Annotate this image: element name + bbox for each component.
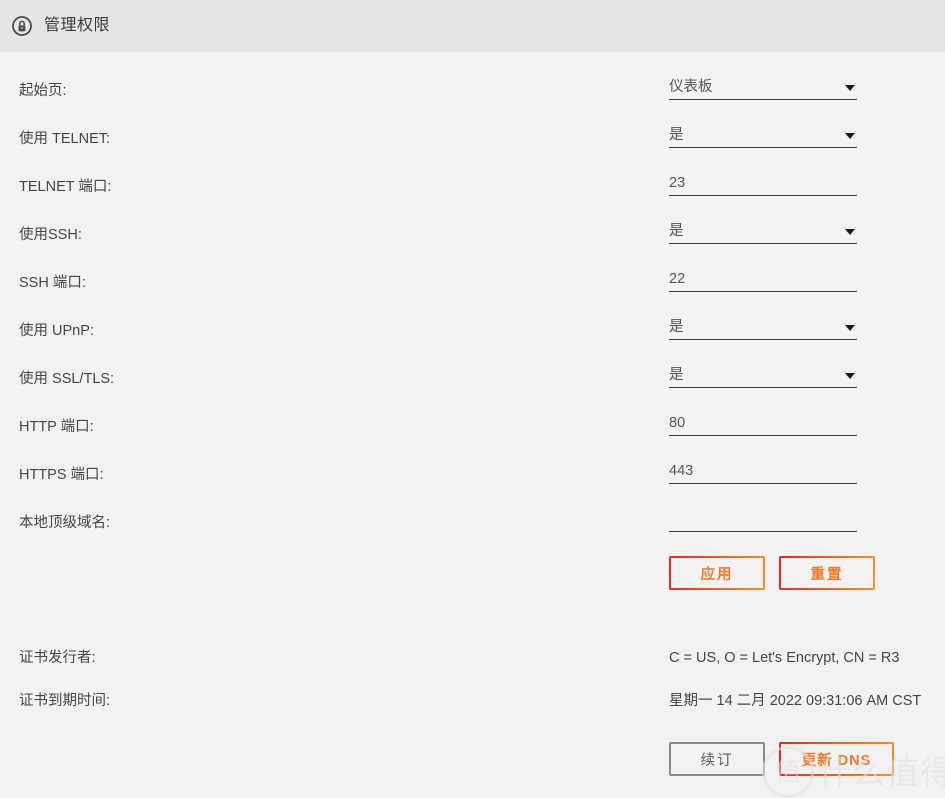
value-https-port: 443	[669, 462, 694, 479]
value-use-ssh: 是	[669, 222, 684, 239]
value-use-ssl-tls: 是	[669, 366, 684, 383]
certificate-issuer-value: C = US, O = Let's Encrypt, CN = R3	[669, 650, 900, 666]
form-row-use-telnet: 使用 TELNET: 是	[0, 100, 945, 148]
label-use-ssh: 使用SSH:	[19, 227, 82, 243]
titlebar: 管理权限	[0, 0, 945, 52]
select-use-ssh[interactable]: 是	[669, 216, 857, 244]
label-ssh-port: SSH 端口:	[19, 275, 86, 291]
form-row-use-ssh: 使用SSH: 是	[0, 196, 945, 244]
input-local-tld[interactable]	[669, 504, 857, 532]
value-ssh-port: 22	[669, 270, 686, 287]
certificate-expiry-value: 星期一 14 二月 2022 09:31:06 AM CST	[669, 693, 922, 709]
label-start-page: 起始页:	[19, 83, 67, 99]
form-row-telnet-port: TELNET 端口: 23	[0, 148, 945, 196]
input-http-port[interactable]: 80	[669, 408, 857, 436]
chevron-down-icon[interactable]	[845, 325, 855, 331]
select-use-telnet[interactable]: 是	[669, 120, 857, 148]
certificate-expiry-label: 证书到期时间:	[19, 693, 111, 709]
input-ssh-port[interactable]: 22	[669, 264, 857, 292]
label-https-port: HTTPS 端口:	[19, 467, 104, 483]
reset-button[interactable]: 重置	[779, 556, 875, 590]
update-dns-button[interactable]: 更新 DNS	[779, 742, 894, 776]
select-use-upnp[interactable]: 是	[669, 312, 857, 340]
chevron-down-icon[interactable]	[845, 133, 855, 139]
value-use-upnp: 是	[669, 318, 684, 335]
form-row-ssh-port: SSH 端口: 22	[0, 244, 945, 292]
select-start-page[interactable]: 仪表板	[669, 72, 857, 100]
form-row-use-upnp: 使用 UPnP: 是	[0, 292, 945, 340]
apply-button[interactable]: 应用	[669, 556, 765, 590]
certificate-expiry-row: 证书到期时间: 星期一 14 二月 2022 09:31:06 AM CST	[0, 679, 945, 722]
label-use-telnet: 使用 TELNET:	[19, 131, 111, 147]
form-row-http-port: HTTP 端口: 80	[0, 388, 945, 436]
label-http-port: HTTP 端口:	[19, 419, 94, 435]
certificate-issuer-row: 证书发行者: C = US, O = Let's Encrypt, CN = R…	[0, 636, 945, 679]
form-row-local-tld: 本地顶级域名:	[0, 484, 945, 532]
form-action-buttons: 应用 重置	[669, 556, 875, 590]
chevron-down-icon[interactable]	[845, 229, 855, 235]
certificate-action-buttons: 续订 更新 DNS	[669, 742, 894, 776]
input-telnet-port[interactable]: 23	[669, 168, 857, 196]
chevron-down-icon[interactable]	[845, 373, 855, 379]
label-telnet-port: TELNET 端口:	[19, 179, 112, 195]
value-use-telnet: 是	[669, 126, 684, 143]
lock-circle-icon	[12, 16, 32, 36]
form-row-start-page: 起始页: 仪表板	[0, 52, 945, 100]
value-start-page: 仪表板	[669, 78, 713, 95]
label-use-ssl-tls: 使用 SSL/TLS:	[19, 371, 115, 387]
settings-form: 起始页: 仪表板使用 TELNET: 是 TELNET 端口: 23 使用SSH: 是 SSH…	[0, 52, 945, 532]
value-http-port: 80	[669, 414, 686, 431]
certificate-issuer-label: 证书发行者:	[19, 650, 96, 666]
chevron-down-icon[interactable]	[845, 85, 855, 91]
label-local-tld: 本地顶级域名:	[19, 515, 111, 531]
form-row-https-port: HTTPS 端口: 443	[0, 436, 945, 484]
value-telnet-port: 23	[669, 174, 686, 191]
certificate-section: 证书发行者: C = US, O = Let's Encrypt, CN = R…	[0, 636, 945, 722]
page-title: 管理权限	[44, 17, 111, 34]
admin-permissions-page: { "titlebar": { "icon": "lock-circle-ico…	[0, 0, 945, 798]
renew-certificate-button[interactable]: 续订	[669, 742, 765, 776]
form-row-use-ssl-tls: 使用 SSL/TLS: 是	[0, 340, 945, 388]
input-https-port[interactable]: 443	[669, 456, 857, 484]
label-use-upnp: 使用 UPnP:	[19, 323, 94, 339]
select-use-ssl-tls[interactable]: 是	[669, 360, 857, 388]
